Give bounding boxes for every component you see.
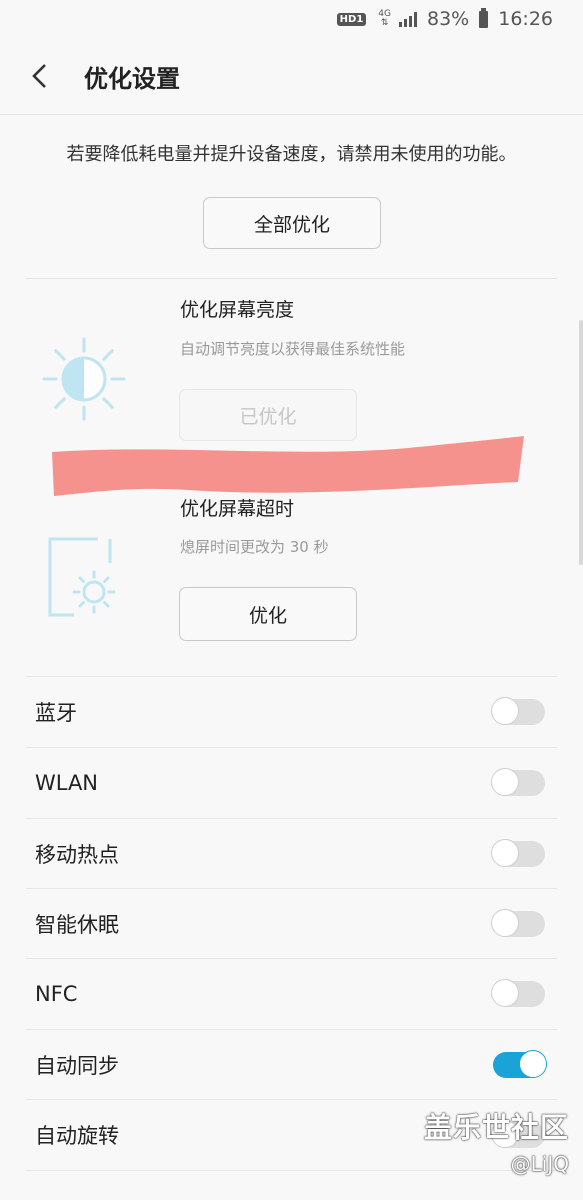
redaction-mark xyxy=(52,436,524,496)
auto-sync-toggle[interactable] xyxy=(493,1050,547,1078)
setting-row-auto-sync[interactable]: 自动同步 xyxy=(26,1030,557,1100)
toggle-knob xyxy=(519,1050,547,1078)
smart-stay-toggle[interactable] xyxy=(491,909,545,937)
intro-description: 若要降低耗电量并提升设备速度，请禁用未使用的功能。 xyxy=(66,144,517,165)
signal-icon xyxy=(399,11,417,27)
network-type-indicator: 4G ⇅ xyxy=(378,9,391,28)
setting-label: NFC xyxy=(35,982,78,1006)
setting-label: 自动旋转 xyxy=(35,1124,119,1148)
hotspot-toggle[interactable] xyxy=(491,839,545,867)
app-bar: 优化设置 xyxy=(0,38,583,115)
clock: 16:26 xyxy=(498,8,553,30)
optimization-subtitle: 熄屏时间更改为 30 秒 xyxy=(180,538,329,556)
brightness-icon xyxy=(42,337,126,425)
setting-label: 智能休眠 xyxy=(35,913,119,937)
battery-icon xyxy=(479,7,489,28)
screen-timeout-icon xyxy=(46,537,122,621)
toggle-knob xyxy=(491,768,519,796)
optimization-subtitle: 自动调节亮度以获得最佳系统性能 xyxy=(180,340,406,358)
back-button[interactable] xyxy=(26,62,54,90)
setting-row-wlan[interactable]: WLAN xyxy=(26,748,557,818)
watermark-title: 盖乐世社区 xyxy=(423,1111,569,1144)
toggle-knob xyxy=(491,697,519,725)
setting-label: WLAN xyxy=(35,771,99,795)
page-title: 优化设置 xyxy=(84,64,180,93)
wlan-toggle[interactable] xyxy=(491,768,545,796)
nfc-toggle[interactable] xyxy=(491,979,545,1007)
setting-row-bluetooth[interactable]: 蓝牙 xyxy=(26,677,557,747)
hd-voice-icon: HD1 xyxy=(336,12,367,26)
setting-label: 蓝牙 xyxy=(35,701,77,725)
setting-label: 自动同步 xyxy=(35,1054,119,1078)
setting-label: 移动热点 xyxy=(35,843,119,867)
optimization-title: 优化屏幕超时 xyxy=(180,498,295,520)
setting-row-smart-stay[interactable]: 智能休眠 xyxy=(26,889,557,959)
toggle-knob xyxy=(491,909,519,937)
status-bar: HD1 4G ⇅ 83% 16:26 xyxy=(0,0,583,38)
optimize-timeout-button[interactable]: 优化 xyxy=(179,587,357,641)
setting-row-hotspot[interactable]: 移动热点 xyxy=(26,819,557,889)
bluetooth-toggle[interactable] xyxy=(491,697,545,725)
optimization-title: 优化屏幕亮度 xyxy=(180,299,295,321)
battery-percent: 83% xyxy=(427,8,470,30)
optimize-all-button[interactable]: 全部优化 xyxy=(203,197,381,249)
section-divider xyxy=(26,278,557,279)
chevron-left-icon xyxy=(32,64,46,88)
setting-row-nfc[interactable]: NFC xyxy=(26,959,557,1029)
toggle-knob xyxy=(491,979,519,1007)
row-divider xyxy=(26,1170,557,1171)
watermark-handle: @LiJQ xyxy=(510,1152,569,1176)
scrollbar[interactable] xyxy=(579,320,583,565)
toggle-knob xyxy=(491,839,519,867)
